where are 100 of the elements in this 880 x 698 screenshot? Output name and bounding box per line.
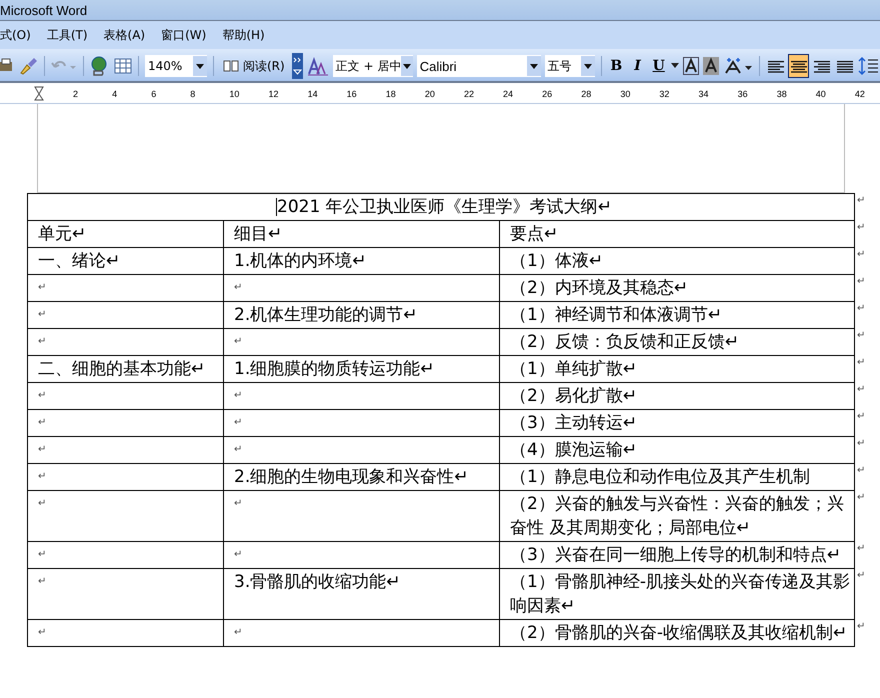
row-end-mark: ↵ [854, 274, 867, 302]
table-cell: ↵ [224, 436, 500, 464]
line-spacing-icon[interactable] [858, 56, 880, 76]
table-cell: ↵ [28, 490, 224, 542]
read-button[interactable]: 阅读(R) [220, 58, 288, 74]
row-end-mark: ↵ [854, 356, 867, 382]
table-cell: 一、绪论↵ [28, 248, 224, 274]
table-cell: ↵ [28, 302, 224, 328]
row-end-mark: ↵ [854, 302, 867, 328]
table-cell: 3.骨骼肌的收缩功能↵ [224, 568, 500, 620]
indent-marker-icon[interactable] [34, 86, 44, 102]
toolbar-options-icon[interactable] [292, 53, 303, 79]
table-cell: （3）兴奋在同一细胞上传导的机制和特点↵ [500, 542, 854, 568]
table-cell: ↵ [28, 410, 224, 436]
ruler-number: 32 [659, 89, 670, 99]
column-header: 要点↵ [500, 220, 854, 248]
ruler-number: 6 [151, 89, 158, 99]
table-cell: （2）反馈：负反馈和正反馈↵ [500, 328, 854, 356]
ruler-number: 28 [581, 89, 592, 99]
table-cell: ↵ [28, 568, 224, 620]
table-cell: ↵ [224, 410, 500, 436]
menu-item[interactable]: 式(O) [0, 26, 31, 44]
row-end-mark: ↵ [854, 490, 867, 542]
row-end-mark: ↵ [854, 248, 867, 274]
ruler-number: 4 [112, 89, 118, 99]
table-cell: ↵ [224, 274, 500, 302]
table-cell: ↵ [224, 328, 500, 356]
ruler-number: 42 [854, 89, 866, 99]
table-cell: （1）体液↵ [500, 248, 854, 274]
dropdown-arrow-icon[interactable] [530, 64, 538, 68]
menu-item[interactable]: 表格(A) [104, 26, 146, 44]
row-end-mark: ↵ [854, 436, 867, 464]
row-end-mark: ↵ [854, 220, 867, 248]
ruler-number: 40 [816, 89, 827, 99]
dropdown-arrow-icon[interactable] [671, 63, 680, 69]
row-end-mark: ↵ [854, 620, 867, 646]
table-cell: ↵ [28, 328, 224, 356]
menu-item[interactable]: 工具(T) [46, 26, 88, 44]
row-end-mark: ↵ [854, 464, 867, 490]
ruler-number: 2 [73, 89, 80, 99]
font-size-combo[interactable]: 五号 [544, 55, 595, 77]
ruler-number: 8 [190, 89, 196, 99]
table-cell: （2）兴奋的触发与兴奋性：兴奋的触发；兴奋性 及其周期变化；局部电位↵ [500, 490, 854, 542]
window-title: Microsoft Word [0, 2, 88, 18]
ruler-number: 22 [464, 89, 475, 99]
table-title: 2021 年公卫执业医师《生理学》考试大纲↵ [28, 194, 854, 220]
dropdown-arrow-icon[interactable] [196, 64, 204, 68]
row-end-mark: ↵ [854, 382, 867, 410]
table-cell: （1）神经调节和体液调节↵ [500, 302, 854, 328]
ruler-number: 18 [386, 89, 397, 99]
book-icon [223, 60, 239, 72]
row-end-mark: ↵ [854, 194, 867, 220]
table-cell: ↵ [224, 490, 500, 542]
table-cell: （1）静息电位和动作电位及其产生机制 [500, 464, 854, 490]
row-end-mark: ↵ [854, 410, 867, 436]
table-cell: ↵ [28, 274, 224, 302]
bold-button[interactable]: B [608, 55, 625, 77]
table-cell: 1.机体的内环境↵ [224, 248, 500, 274]
character-shading-icon[interactable] [703, 57, 720, 75]
ruler-number: 38 [776, 89, 788, 99]
table-cell: ↵ [224, 382, 500, 410]
ruler-number: 20 [424, 89, 436, 99]
ruler-number: 36 [738, 89, 749, 99]
table-icon[interactable] [114, 58, 132, 74]
table-cell: （2）内环境及其稳态↵ [500, 274, 854, 302]
table-cell: ↵ [224, 620, 500, 646]
table-cell: （2）骨骼肌的兴奋-收缩偶联及其收缩机制↵ [500, 620, 854, 646]
styles-icon[interactable] [306, 56, 329, 76]
ruler-number: 10 [229, 89, 240, 99]
row-end-mark: ↵ [854, 328, 867, 356]
table-cell: 1.细胞膜的物质转运功能↵ [224, 356, 500, 382]
zoom-combo[interactable]: 140% [145, 55, 207, 77]
table-cell: （1）骨骼肌神经-肌接头处的兴奋传递及其影响因素↵ [500, 568, 854, 620]
ruler-number: 16 [346, 89, 358, 99]
table-cell: （2）易化扩散↵ [500, 382, 854, 410]
table-cell: 2.细胞的生物电现象和兴奋性↵ [224, 464, 500, 490]
table-cell: ↵ [224, 542, 500, 568]
dropdown-arrow-icon[interactable] [403, 64, 412, 68]
dropdown-arrow-icon[interactable] [584, 64, 592, 68]
ruler-number: 12 [268, 89, 280, 99]
character-border-icon[interactable] [683, 57, 700, 75]
table-cell: 2.机体生理功能的调节↵ [224, 302, 500, 328]
style-combo[interactable]: 正文 + 居中 [332, 55, 413, 77]
column-header: 单元↵ [28, 220, 224, 248]
table-cell: （3）主动转运↵ [500, 410, 854, 436]
phonetic-guide-icon[interactable] [723, 57, 754, 75]
row-end-mark: ↵ [854, 568, 867, 620]
underline-button[interactable]: U [650, 55, 668, 77]
ruler-number: 14 [308, 89, 319, 99]
column-header: 细目↵ [224, 220, 500, 248]
table-cell: （1）单纯扩散↵ [500, 356, 854, 382]
brush-icon[interactable] [18, 57, 38, 75]
italic-button[interactable]: I [628, 55, 646, 77]
menu-item[interactable]: 帮助(H) [222, 26, 265, 44]
table-cell: （4）膜泡运输↵ [500, 436, 854, 464]
menu-item[interactable]: 窗口(W) [161, 26, 206, 44]
align-button[interactable] [789, 55, 808, 77]
ruler-number: 24 [503, 89, 514, 99]
table-cell: ↵ [28, 464, 224, 490]
font-combo[interactable]: Calibri [416, 55, 541, 77]
